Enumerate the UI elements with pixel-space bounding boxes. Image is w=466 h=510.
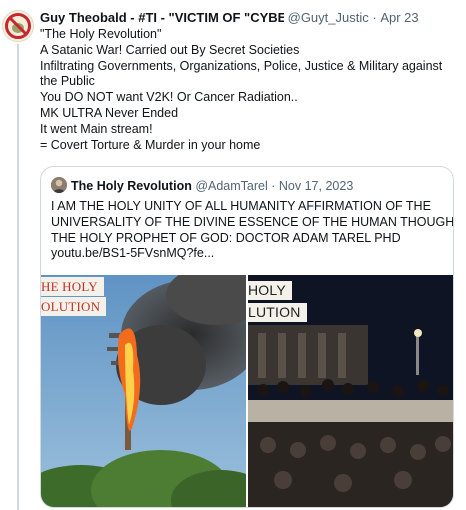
image-caption-overlay: HOLY xyxy=(248,281,292,300)
post-line: "The Holy Revolution" xyxy=(40,27,162,41)
post-line: = Covert Torture & Murder in your home xyxy=(40,137,261,152)
image-caption-overlay: LUTION xyxy=(248,303,307,322)
author-handle[interactable]: @Guyt_Justic xyxy=(288,9,369,27)
quoted-author-name[interactable]: The Holy Revolution xyxy=(71,179,192,193)
thread-line xyxy=(17,44,19,510)
quoted-post-card[interactable]: The Holy Revolution @AdamTarel · Nov 17,… xyxy=(40,166,454,508)
quoted-author-handle[interactable]: @AdamTarel xyxy=(195,179,267,193)
quoted-post-date[interactable]: Nov 17, 2023 xyxy=(279,179,353,193)
image-caption-overlay: OLUTION xyxy=(41,297,107,316)
quoted-post-header: The Holy Revolution @AdamTarel · Nov 17,… xyxy=(51,177,353,195)
post-line: MK ULTRA Never Ended xyxy=(40,105,179,120)
image-caption-line: LUTION xyxy=(248,304,301,320)
post-line: You DO NOT want V2K! Or Cancer Radiation… xyxy=(40,90,298,105)
quoted-link[interactable]: youtu.be/BS1-5FVsnMQ?fe... xyxy=(51,246,449,262)
image-caption-line: HE HOLY xyxy=(41,279,98,294)
author-name[interactable]: Guy Theobald - #TI - "VICTIM OF "CYBER-T… xyxy=(40,9,284,27)
post-text: "The Holy Revolution" A Satanic War! Car… xyxy=(40,27,460,153)
no-symbol-avatar-icon xyxy=(5,13,31,39)
crowd-wall-image[interactable]: HOLY LUTION xyxy=(248,275,453,507)
post-header: Guy Theobald - #TI - "VICTIM OF "CYBER-T… xyxy=(40,9,460,27)
post-line: It went Main stream! xyxy=(40,121,153,136)
image-caption-line: HOLY xyxy=(248,282,286,298)
image-caption-overlay: HE HOLY xyxy=(41,277,104,296)
quoted-author-avatar[interactable] xyxy=(51,177,67,193)
image-caption-line: OLUTION xyxy=(41,299,101,314)
author-avatar[interactable] xyxy=(2,10,34,42)
quoted-line: THE HOLY PROPHET OF GOD: DOCTOR ADAM TAR… xyxy=(51,230,401,245)
person-photo-icon xyxy=(51,177,67,193)
separator-dot: · xyxy=(372,10,377,25)
post-line: the Public xyxy=(40,74,95,89)
quoted-post-text: I AM THE HOLY UNITY OF ALL HUMANITY AFFI… xyxy=(51,199,454,262)
post-date[interactable]: Apr 23 xyxy=(380,10,418,25)
quoted-line: UNIVERSALITY OF THE DIVINE ESSENCE OF TH… xyxy=(51,214,454,229)
burning-tower-image[interactable]: HE HOLY OLUTION xyxy=(41,275,246,507)
post-line: A Satanic War! Carried out By Secret Soc… xyxy=(40,42,300,57)
quoted-line: I AM THE HOLY UNITY OF ALL HUMANITY AFFI… xyxy=(51,199,431,213)
separator-dot: · xyxy=(271,179,276,193)
post-line: Infiltrating Governments, Organizations,… xyxy=(40,58,443,73)
